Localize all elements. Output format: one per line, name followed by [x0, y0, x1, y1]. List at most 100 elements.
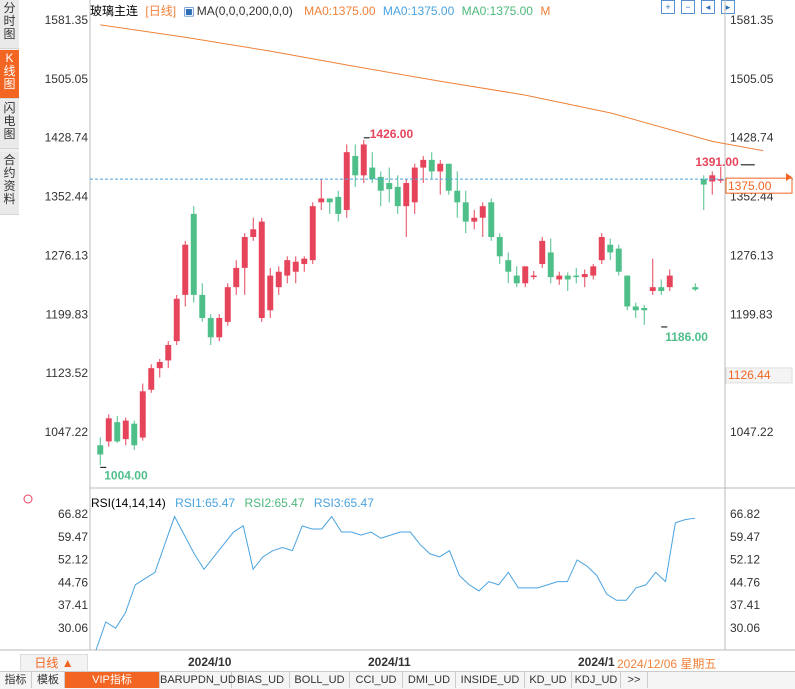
candle-body: [530, 275, 537, 278]
tab-barupdn[interactable]: BARUPDN_UD: [160, 672, 236, 688]
current-price-label: 1375.00: [728, 179, 772, 193]
rsi-axis-tick-right: 30.06: [730, 621, 760, 635]
rsi-axis-tick-left: 52.12: [58, 553, 88, 567]
candle-body: [386, 183, 393, 190]
candle-body: [97, 445, 104, 455]
tab-dmi[interactable]: DMI_UD: [403, 672, 456, 688]
candle-body: [581, 274, 588, 278]
candle-body: [615, 248, 622, 272]
candle-body: [590, 266, 597, 276]
rsi1-value: RSI1:65.47: [175, 496, 236, 510]
candle-body: [182, 244, 189, 295]
candle-body: [598, 237, 605, 261]
candle-body: [352, 156, 359, 176]
price-axis-tick-left: 1199.83: [46, 307, 89, 321]
price-axis-tick-right: 1428.74: [730, 131, 774, 145]
candle-body: [250, 229, 257, 238]
tab-kd[interactable]: KD_UD: [525, 672, 572, 688]
candle-body: [607, 244, 614, 253]
cursor-date-label: 2024/12/06 星期五: [617, 657, 717, 671]
candle-body: [173, 298, 180, 342]
price-axis-tick-left: 1276.13: [45, 248, 89, 262]
candle-body: [258, 221, 265, 319]
candle-body: [556, 275, 563, 280]
price-axis-tick-left: 1047.22: [45, 425, 89, 439]
candle-body: [666, 275, 673, 288]
price-axis-tick-right: 1199.83: [730, 307, 773, 321]
price-axis-tick-right: 1047.22: [730, 425, 774, 439]
candle-body: [547, 252, 554, 278]
candle-body: [462, 202, 469, 222]
candle-body: [479, 206, 486, 218]
rsi-axis-tick-right: 37.41: [730, 598, 760, 612]
candle-body: [284, 260, 291, 276]
candle-body: [700, 179, 707, 185]
candle-body: [360, 144, 367, 176]
annotation-low: 1004.00: [104, 468, 148, 482]
rsi-header: RSI(14,14,14) RSI1:65.47 RSI2:65.47 RSI3…: [91, 496, 380, 510]
candle-body: [471, 217, 478, 222]
annotation-high: 1426.00: [370, 127, 414, 141]
tab-inside[interactable]: INSIDE_UD: [456, 672, 525, 688]
price-axis-tick-right: 1505.05: [730, 72, 774, 86]
rsi-axis-tick-left: 37.41: [58, 598, 88, 612]
candle-body: [632, 306, 639, 311]
candle-body: [403, 183, 410, 207]
price-axis-tick-right: 1276.13: [730, 248, 774, 262]
price-axis-tick-left: 1581.35: [45, 13, 89, 27]
tab-vip-indicators[interactable]: VIP指标: [65, 672, 160, 688]
tab-more[interactable]: >>: [621, 672, 648, 688]
candle-body: [224, 287, 231, 322]
rsi-axis-tick-left: 44.76: [58, 575, 88, 589]
price-axis-tick-left: 1428.74: [45, 131, 89, 145]
rsi-axis-tick-left: 59.47: [58, 530, 88, 544]
candle-body: [513, 275, 520, 284]
rsi-line: [95, 515, 696, 651]
rsi-axis-tick-right: 52.12: [730, 553, 760, 567]
candle-body: [505, 260, 512, 272]
rsi-label[interactable]: RSI(14,14,14): [91, 496, 166, 510]
rsi-axis-tick-left: 30.06: [58, 621, 88, 635]
chart-svg: 1426.00 1391.00 1186.00 1004.00 1581.35 1581…: [0, 0, 795, 651]
x-axis-label-oct: 2024/10: [188, 655, 232, 669]
candle-body: [122, 420, 129, 440]
candle-body: [148, 368, 155, 390]
candle-body: [488, 202, 495, 238]
candle-body: [156, 361, 163, 369]
candle-body: [522, 266, 529, 284]
candle-body: [318, 198, 325, 203]
rsi-axis-tick-right: 66.82: [730, 507, 760, 521]
candle-body: [649, 287, 656, 292]
candle-body: [292, 261, 299, 272]
candle-body: [539, 240, 546, 265]
candle-body: [114, 422, 121, 442]
candle-body: [131, 423, 138, 446]
annotation-low: 1186.00: [665, 330, 708, 344]
candle-body: [428, 159, 435, 172]
indicator-tab-bar: 指标 模板 VIP指标 BARUPDN_UD BIAS_UD BOLL_UD C…: [0, 671, 795, 689]
candle-body: [641, 307, 648, 311]
tab-cci[interactable]: CCI_UD: [350, 672, 403, 688]
price-axis-tick-left: 1352.44: [45, 190, 89, 204]
candle-body: [624, 275, 631, 307]
x-axis-label-nov: 2024/11: [368, 655, 411, 669]
candle-body: [309, 206, 316, 261]
tab-kdj[interactable]: KDJ_UD: [572, 672, 621, 688]
tab-templates[interactable]: 模板: [32, 672, 65, 688]
candle-body: [369, 167, 376, 180]
cursor-price-label: 1126.44: [728, 368, 771, 382]
tab-indicators[interactable]: 指标: [0, 672, 32, 688]
candle-body: [658, 287, 665, 292]
price-axis-tick-left: 1123.52: [46, 366, 89, 380]
candle-body: [437, 163, 444, 172]
rsi-axis-tick-left: 66.82: [58, 507, 88, 521]
tab-boll[interactable]: BOLL_UD: [290, 672, 350, 688]
candle-body: [445, 163, 452, 191]
period-selector-button[interactable]: 日线 ▲: [20, 654, 88, 672]
candle-body: [564, 275, 571, 280]
tab-bias[interactable]: BIAS_UD: [232, 672, 290, 688]
candle-body: [420, 159, 427, 168]
candle-body: [267, 275, 274, 311]
candle-body: [275, 271, 282, 288]
candle-body: [301, 258, 308, 265]
